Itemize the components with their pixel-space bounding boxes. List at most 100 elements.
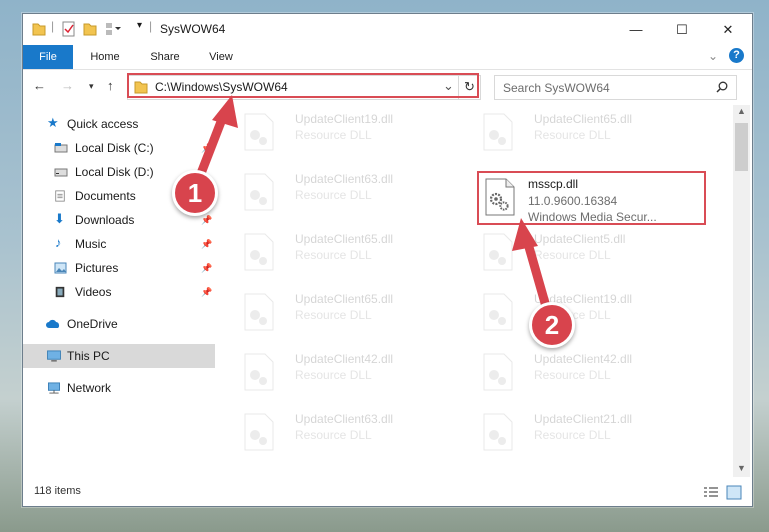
up-arrow-icon[interactable]: ↑ — [107, 78, 114, 93]
scroll-up-icon[interactable]: ▲ — [737, 106, 746, 116]
quick-access-toolbar-dropdown[interactable]: ▾ — [137, 20, 142, 31]
sidebar-item-label: Documents — [75, 189, 136, 203]
tab-home[interactable]: Home — [83, 45, 127, 69]
sidebar-item-music[interactable]: ♪ Music 📌 — [23, 232, 215, 256]
sidebar-item-network[interactable]: Network — [23, 376, 215, 400]
minimize-button[interactable]: — — [613, 14, 659, 45]
file-item[interactable]: UpdateClient65.dll Resource DLL — [235, 287, 459, 339]
drive-icon — [54, 143, 68, 153]
forward-arrow-icon[interactable]: → — [61, 78, 74, 93]
network-icon — [48, 382, 60, 394]
file-type: Resource DLL — [295, 368, 372, 382]
back-arrow-icon[interactable]: ← — [33, 78, 46, 93]
sidebar-item-videos[interactable]: Videos 📌 — [23, 280, 215, 304]
search-icon[interactable] — [716, 81, 728, 93]
documents-icon — [55, 190, 65, 202]
download-icon: ⬇ — [54, 211, 65, 226]
details-view-icon[interactable] — [703, 486, 719, 499]
file-item[interactable]: UpdateClient42.dll Resource DLL — [235, 347, 459, 399]
file-item[interactable]: UpdateClient63.dll Resource DLL — [235, 407, 459, 459]
pin-icon: 📌 — [201, 287, 213, 297]
separator: | — [51, 19, 55, 33]
sidebar-item-onedrive[interactable]: OneDrive — [23, 312, 215, 336]
dll-file-icon — [244, 353, 274, 391]
file-type: Resource DLL — [534, 248, 611, 262]
pin-icon: 📌 — [201, 263, 213, 273]
properties-icon[interactable] — [62, 21, 76, 37]
sidebar-item-label: Local Disk (C:) — [75, 141, 154, 155]
file-name: UpdateClient63.dll — [295, 412, 394, 426]
file-name: UpdateClient21.dll — [534, 412, 633, 426]
ribbon-tabs: File Home Share View ⌄ ? — [23, 45, 752, 70]
file-item[interactable]: UpdateClient19.dll Resource DLL — [235, 107, 459, 159]
recent-locations-icon[interactable]: ▾ — [89, 81, 94, 92]
file-item[interactable]: UpdateClient5.dll Resource DLL — [474, 227, 698, 279]
help-icon[interactable]: ? — [729, 48, 744, 63]
search-input[interactable]: Search SysWOW64 — [503, 81, 610, 95]
sidebar-item-label: Videos — [75, 285, 112, 299]
file-item[interactable]: UpdateClient65.dll Resource DLL — [235, 227, 459, 279]
callout-badge-2: 2 — [529, 302, 575, 348]
dll-file-icon — [244, 113, 274, 151]
file-name: UpdateClient42.dll — [295, 352, 394, 366]
tab-file[interactable]: File — [23, 45, 73, 69]
file-type: Resource DLL — [534, 128, 611, 142]
file-name: UpdateClient19.dll — [295, 112, 394, 126]
scrollbar-thumb[interactable] — [735, 123, 748, 171]
explorer-window: | ▾ | SysWOW64 — ☐ ✕ File Home Share Vie… — [22, 13, 753, 507]
new-folder-icon[interactable] — [83, 21, 97, 37]
pin-icon: 📌 — [201, 215, 213, 225]
dll-file-icon — [483, 413, 513, 451]
file-highlight-box — [477, 171, 706, 225]
large-icons-view-icon[interactable] — [726, 485, 742, 500]
vertical-scrollbar[interactable]: ▲ ▼ — [733, 105, 750, 477]
close-button[interactable]: ✕ — [705, 14, 751, 45]
dll-file-icon — [244, 293, 274, 331]
dll-file-icon — [483, 113, 513, 151]
pictures-icon — [54, 262, 67, 274]
scroll-down-icon[interactable]: ▼ — [737, 463, 746, 473]
dll-file-icon — [483, 293, 513, 331]
star-icon: ★ — [47, 115, 59, 130]
chevron-down-icon[interactable]: ⌄ — [708, 49, 718, 63]
dll-file-icon — [244, 233, 274, 271]
search-box[interactable]: Search SysWOW64 — [494, 75, 737, 100]
sidebar-item-label: Network — [67, 381, 112, 395]
pin-icon: 📌 — [201, 143, 213, 153]
navigation-row: ← → ▾ ↑ C:\Windows\SysWOW64 ⌄ ↻ Search S… — [23, 70, 752, 104]
maximize-button[interactable]: ☐ — [659, 14, 705, 45]
sidebar-item-pictures[interactable]: Pictures 📌 — [23, 256, 215, 280]
file-name: UpdateClient65.dll — [295, 232, 394, 246]
file-type: Resource DLL — [534, 368, 611, 382]
file-item[interactable]: UpdateClient21.dll Resource DLL — [474, 407, 698, 459]
file-item[interactable]: UpdateClient63.dll Resource DLL — [235, 167, 459, 219]
customize-icon[interactable] — [105, 21, 121, 37]
sidebar-item-quick-access[interactable]: ★ Quick access — [23, 112, 215, 136]
sidebar-item-this-pc[interactable]: This PC — [23, 344, 215, 368]
file-name: UpdateClient5.dll — [534, 232, 626, 246]
sidebar-item-label: Music — [75, 237, 107, 251]
window-title: SysWOW64 — [160, 22, 226, 36]
tab-share[interactable]: Share — [143, 45, 187, 69]
file-item[interactable]: UpdateClient65.dll Resource DLL — [474, 107, 698, 159]
dll-file-icon — [483, 353, 513, 391]
file-type: Resource DLL — [295, 308, 372, 322]
drive-icon — [54, 168, 68, 177]
file-item[interactable]: UpdateClient42.dll Resource DLL — [474, 347, 698, 399]
dll-file-icon — [483, 233, 513, 271]
navigation-pane: ★ Quick access Local Disk (C:) 📌 Local D… — [23, 105, 215, 477]
sidebar-item-label: Local Disk (D:) — [75, 165, 154, 179]
sidebar-item-label: Downloads — [75, 213, 135, 227]
file-item[interactable]: UpdateClient19.dll Resource DLL — [474, 287, 698, 339]
folder-icon[interactable] — [32, 21, 46, 37]
status-bar: 118 items — [23, 480, 752, 505]
sidebar-item-local-disk-c[interactable]: Local Disk (C:) 📌 — [23, 136, 215, 160]
sidebar-item-label: This PC — [67, 349, 110, 363]
sidebar-item-label: Quick access — [67, 117, 139, 131]
address-highlight-box — [127, 73, 479, 98]
file-type: Resource DLL — [295, 428, 372, 442]
file-type: Resource DLL — [534, 428, 611, 442]
file-type: Resource DLL — [295, 128, 372, 142]
tab-view[interactable]: View — [199, 45, 243, 69]
dll-file-icon — [244, 413, 274, 451]
